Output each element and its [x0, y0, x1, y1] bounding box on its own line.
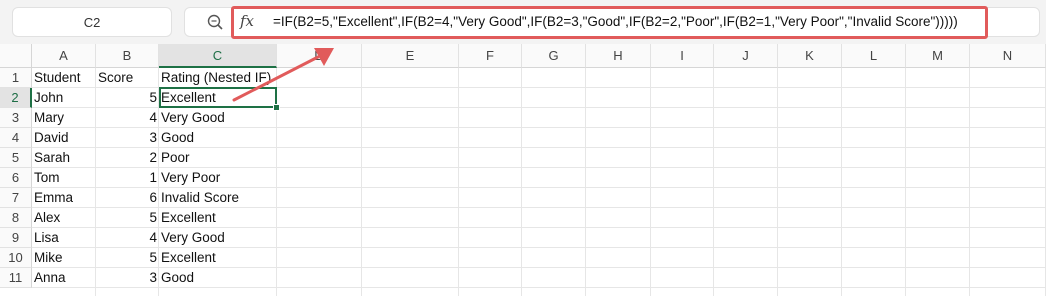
column-gridline — [713, 68, 714, 296]
row-header-9[interactable]: 9 — [0, 228, 32, 248]
cell-score[interactable]: 3 — [96, 128, 159, 148]
column-header-a[interactable]: A — [32, 44, 96, 68]
cell-score[interactable]: 2 — [96, 148, 159, 168]
cell-score[interactable]: 4 — [96, 108, 159, 128]
row-header-2[interactable]: 2 — [0, 88, 32, 108]
cell-score[interactable]: 5 — [96, 88, 159, 108]
column-gridline — [905, 68, 906, 296]
row-header-8[interactable]: 8 — [0, 208, 32, 228]
column-header-f[interactable]: F — [459, 44, 522, 68]
cell-student[interactable]: Tom — [32, 168, 96, 188]
cell-student[interactable]: Mary — [32, 108, 96, 128]
column-header-h[interactable]: H — [586, 44, 651, 68]
fx-label: fx — [240, 12, 255, 30]
column-header-d[interactable]: D — [277, 44, 362, 68]
cell-rating[interactable]: Good — [159, 128, 277, 148]
column-gridline — [650, 68, 651, 296]
cell-score[interactable]: 3 — [96, 268, 159, 288]
zoom-icon[interactable] — [206, 13, 224, 31]
cell-student[interactable]: Emma — [32, 188, 96, 208]
column-header-c[interactable]: C — [159, 44, 277, 68]
fill-handle[interactable] — [273, 104, 280, 111]
column-header-l[interactable]: L — [842, 44, 906, 68]
column-header-g[interactable]: G — [522, 44, 586, 68]
select-all-corner[interactable] — [0, 44, 32, 68]
column-header-i[interactable]: I — [651, 44, 714, 68]
formula-text[interactable]: =IF(B2=5,"Excellent",IF(B2=4,"Very Good"… — [273, 14, 958, 29]
cell-rating[interactable]: Very Good — [159, 108, 277, 128]
row-header-5[interactable]: 5 — [0, 148, 32, 168]
column-gridline — [458, 68, 459, 296]
cell-rating[interactable]: Good — [159, 268, 277, 288]
name-box[interactable]: C2 — [12, 7, 172, 37]
cell-rating[interactable]: Excellent — [159, 208, 277, 228]
cell-student[interactable]: Alex — [32, 208, 96, 228]
row-header-10[interactable]: 10 — [0, 248, 32, 268]
column-header-n[interactable]: N — [970, 44, 1046, 68]
cell-score[interactable]: 6 — [96, 188, 159, 208]
row-header-4[interactable]: 4 — [0, 128, 32, 148]
cell-student[interactable]: Anna — [32, 268, 96, 288]
cell-rating[interactable]: Excellent — [159, 248, 277, 268]
column-header-b[interactable]: B — [96, 44, 159, 68]
cell-student[interactable]: Mike — [32, 248, 96, 268]
cell-score[interactable]: 4 — [96, 228, 159, 248]
column-header-k[interactable]: K — [778, 44, 842, 68]
cell-rating[interactable]: Invalid Score — [159, 188, 277, 208]
cell-student[interactable]: John — [32, 88, 96, 108]
cell-rating[interactable]: Very Good — [159, 228, 277, 248]
column-header-e[interactable]: E — [362, 44, 459, 68]
cell-student[interactable]: Lisa — [32, 228, 96, 248]
column-header-j[interactable]: J — [714, 44, 778, 68]
column-gridline — [969, 68, 970, 296]
row-header-6[interactable]: 6 — [0, 168, 32, 188]
cell-student[interactable]: Sarah — [32, 148, 96, 168]
column-gridline — [361, 68, 362, 296]
cell-rating[interactable]: Very Poor — [159, 168, 277, 188]
column-gridline — [585, 68, 586, 296]
column-gridline — [521, 68, 522, 296]
column-gridline — [777, 68, 778, 296]
cell-score[interactable]: 5 — [96, 208, 159, 228]
column-header-m[interactable]: M — [906, 44, 970, 68]
cell-student[interactable]: David — [32, 128, 96, 148]
cell-score[interactable]: 1 — [96, 168, 159, 188]
row-header-7[interactable]: 7 — [0, 188, 32, 208]
column-gridline — [841, 68, 842, 296]
header-cell-rating[interactable]: Rating (Nested IF) — [159, 68, 277, 88]
header-cell-score[interactable]: Score — [96, 68, 159, 88]
cell-rating[interactable]: Poor — [159, 148, 277, 168]
row-header-1[interactable]: 1 — [0, 68, 32, 88]
header-cell-student[interactable]: Student — [32, 68, 96, 88]
cell-score[interactable]: 5 — [96, 248, 159, 268]
row-header-3[interactable]: 3 — [0, 108, 32, 128]
row-header-11[interactable]: 11 — [0, 268, 32, 288]
active-cell-selection — [159, 87, 277, 108]
